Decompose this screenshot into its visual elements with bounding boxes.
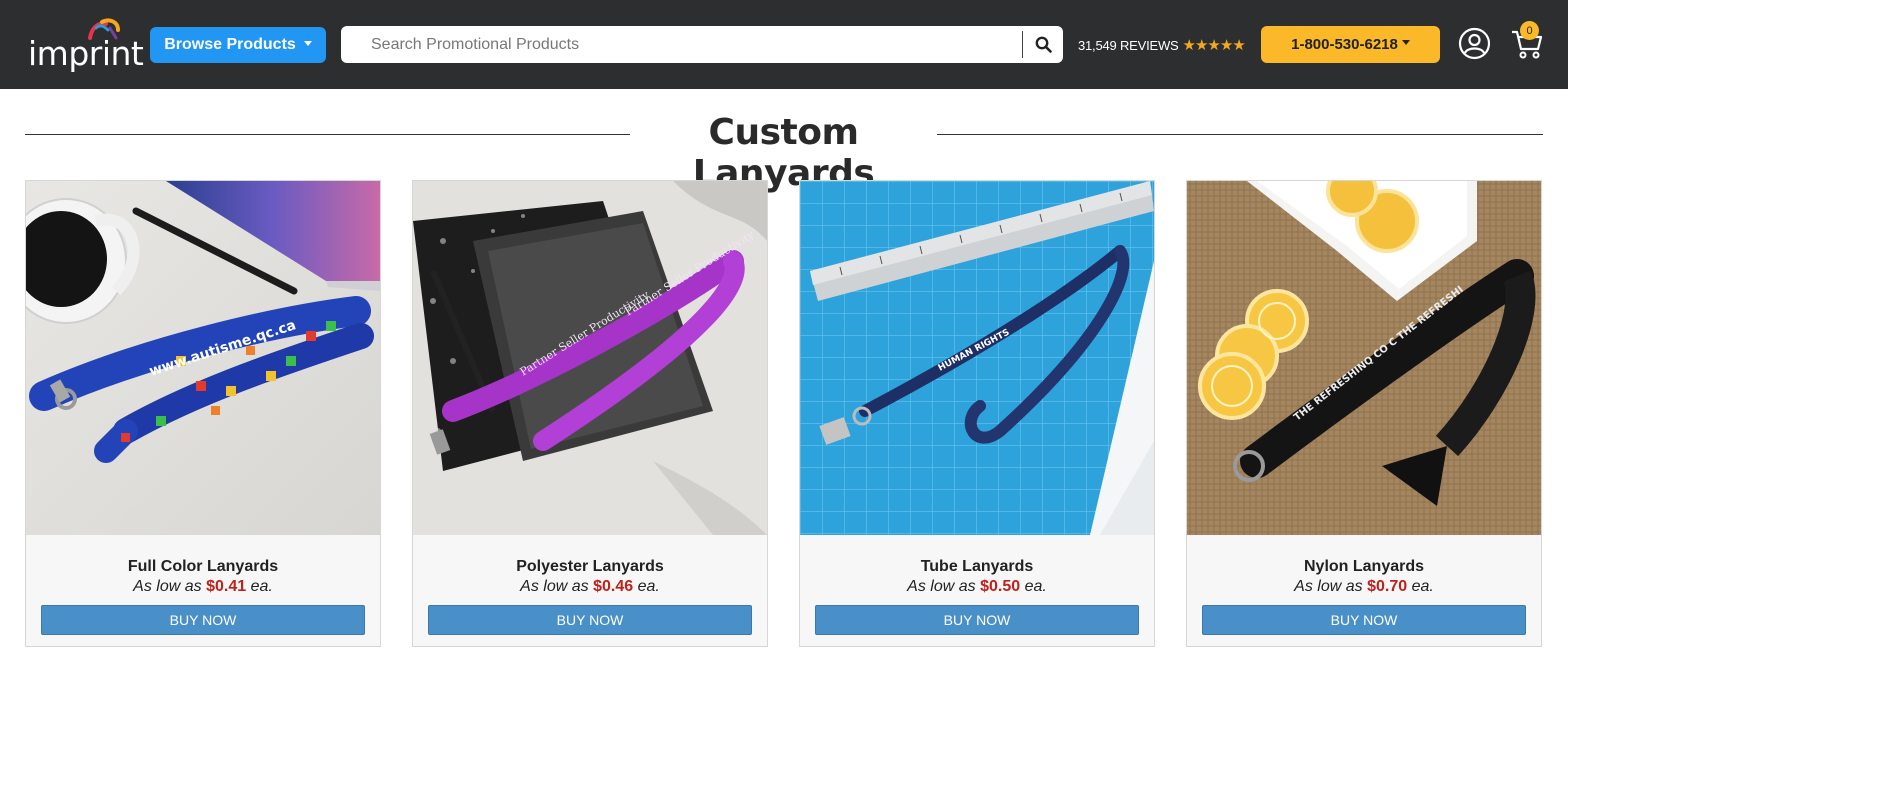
price-value: $0.50: [980, 578, 1021, 595]
product-card-tube: HUMAN RIGHTS Tube Lanyards As low as $0.…: [799, 180, 1155, 647]
browse-products-label: Browse Products: [164, 36, 296, 53]
product-image-full-color[interactable]: www.autisme.qc.ca: [26, 181, 380, 535]
site-header: imprint Browse Products 31,549 REVIEWS ★…: [0, 0, 1568, 89]
product-price: As low as $0.46 ea.: [413, 578, 767, 596]
price-value: $0.41: [206, 578, 247, 595]
page-title-row: Custom Lanyards: [25, 112, 1543, 194]
price-suffix: ea.: [1411, 578, 1434, 595]
product-image-tube[interactable]: HUMAN RIGHTS: [800, 181, 1154, 535]
price-prefix: As low as: [133, 578, 202, 595]
product-name: Full Color Lanyards: [127, 558, 279, 575]
title-divider-right: [937, 134, 1543, 135]
price-suffix: ea.: [250, 578, 273, 595]
title-divider-left: [25, 134, 630, 135]
phone-number-label: 1-800-530-6218: [1291, 36, 1398, 53]
reviews-count: 31,549 REVIEWS: [1078, 37, 1179, 53]
search-icon: [1035, 36, 1052, 53]
product-image-nylon[interactable]: THE REFRESHINQ CO C THE REFRESHI: [1187, 181, 1541, 535]
phone-number-button[interactable]: 1-800-530-6218: [1261, 26, 1440, 63]
product-price: As low as $0.41 ea.: [26, 578, 380, 596]
reviews-summary[interactable]: 31,549 REVIEWS ★★★★★: [1078, 36, 1246, 54]
price-value: $0.46: [593, 578, 634, 595]
product-image-polyester[interactable]: Partner Seller Productivity Partner Sell…: [413, 181, 767, 535]
price-suffix: ea.: [1024, 578, 1047, 595]
price-suffix: ea.: [637, 578, 660, 595]
star-rating-icon: ★★★★★: [1182, 37, 1246, 54]
search-input[interactable]: [363, 26, 1003, 63]
buy-now-button[interactable]: BUY NOW: [41, 605, 365, 635]
imprint-logo[interactable]: imprint: [26, 18, 144, 74]
product-card-polyester: Partner Seller Productivity Partner Sell…: [412, 180, 768, 647]
buy-now-button[interactable]: BUY NOW: [1202, 605, 1526, 635]
product-name: Nylon Lanyards: [1303, 558, 1425, 575]
buy-now-button[interactable]: BUY NOW: [428, 605, 752, 635]
product-card-nylon: THE REFRESHINQ CO C THE REFRESHI Nylon L…: [1186, 180, 1542, 647]
caret-down-icon: [303, 40, 312, 46]
cart-count-badge: 0: [1520, 21, 1539, 40]
price-prefix: As low as: [907, 578, 976, 595]
price-value: $0.70: [1367, 578, 1408, 595]
search-bar: [341, 26, 1063, 63]
account-icon[interactable]: [1458, 27, 1491, 60]
product-card-full-color: www.autisme.qc.ca Full Color Lanyards As…: [25, 180, 381, 647]
product-name: Tube Lanyards: [920, 558, 1034, 575]
product-price: As low as $0.70 ea.: [1187, 578, 1541, 596]
logo-text: imprint: [28, 34, 144, 73]
price-prefix: As low as: [1294, 578, 1363, 595]
search-button[interactable]: [1023, 26, 1063, 63]
buy-now-button[interactable]: BUY NOW: [815, 605, 1139, 635]
browse-products-button[interactable]: Browse Products: [150, 27, 326, 63]
product-price: As low as $0.50 ea.: [800, 578, 1154, 596]
product-name: Polyester Lanyards: [516, 558, 664, 575]
caret-down-icon: [1401, 40, 1410, 45]
price-prefix: As low as: [520, 578, 589, 595]
